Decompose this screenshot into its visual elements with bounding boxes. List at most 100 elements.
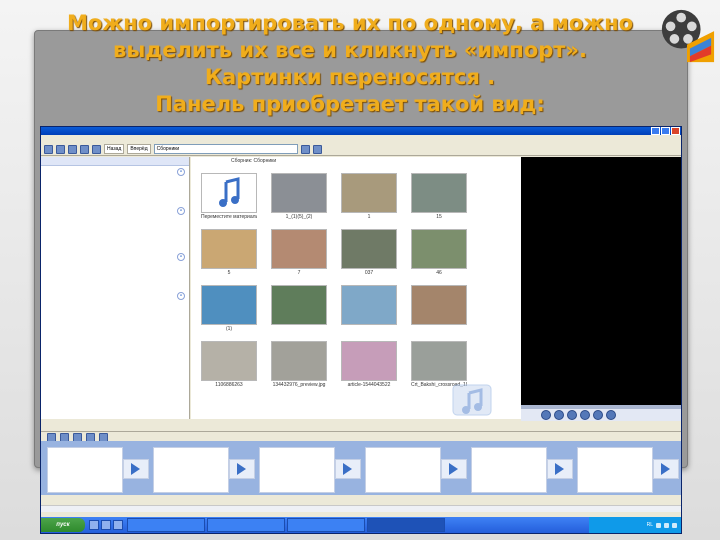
task-link[interactable] — [45, 229, 185, 236]
up-folder-icon[interactable] — [300, 144, 310, 154]
maximize-button[interactable] — [661, 127, 670, 135]
task-link[interactable] — [45, 321, 185, 328]
media-thumbnail[interactable]: 7 — [271, 229, 327, 281]
volume-icon[interactable] — [672, 522, 677, 528]
collection-combo[interactable]: Сборники — [153, 144, 298, 154]
chevron-up-icon[interactable]: ^ — [177, 207, 185, 215]
collection-pane: Сборник: Сборники Переместите материалы.… — [191, 157, 521, 419]
start-button[interactable]: пуск — [41, 518, 85, 532]
horizontal-scrollbar[interactable] — [41, 505, 681, 512]
views-icon[interactable] — [312, 144, 322, 154]
tray-icon[interactable] — [664, 522, 669, 528]
thumbnail-caption — [341, 325, 397, 333]
media-thumbnail[interactable] — [411, 285, 467, 337]
back-button[interactable]: Назад — [104, 144, 125, 154]
save-icon[interactable] — [68, 144, 77, 154]
thumbnail-image — [271, 173, 327, 213]
thumbnail-image — [271, 229, 327, 269]
split-button[interactable] — [593, 410, 603, 420]
redo-icon[interactable] — [92, 144, 101, 154]
minimize-button[interactable] — [651, 127, 660, 135]
task-link[interactable] — [45, 215, 185, 222]
thumbnail-image — [341, 173, 397, 213]
play-arrow-icon — [343, 463, 352, 475]
storyboard-transition[interactable] — [653, 459, 679, 479]
thumbnail-caption: Переместите материалы... — [201, 214, 257, 220]
media-thumbnail[interactable]: 1_(1)(5)_(2) — [271, 173, 327, 225]
thumbnail-image — [271, 341, 327, 381]
thumbnail-caption: 1 — [367, 214, 371, 220]
media-thumbnail[interactable] — [341, 285, 397, 337]
music-note-icon — [219, 177, 240, 207]
media-thumbnail[interactable] — [271, 285, 327, 337]
storyboard-cell[interactable] — [259, 447, 335, 493]
storyboard-transition[interactable] — [441, 459, 467, 479]
task-link[interactable] — [45, 261, 185, 268]
quicklaunch-ie-icon[interactable] — [89, 520, 99, 530]
media-thumbnail[interactable]: 1 — [341, 173, 397, 225]
collection-header: Сборник: Сборники — [231, 158, 277, 164]
menu-bar — [41, 135, 681, 143]
media-thumbnail[interactable]: 134432976_preview.jpg — [271, 341, 327, 393]
media-thumbnail[interactable]: 037 — [341, 229, 397, 281]
task-link[interactable] — [45, 282, 185, 289]
storyboard-transition[interactable] — [123, 459, 149, 479]
chevron-up-icon[interactable]: ^ — [177, 168, 185, 176]
media-thumbnail[interactable]: (1) — [201, 285, 257, 337]
media-thumbnail[interactable]: article-1544043522 — [341, 341, 397, 393]
chevron-up-icon[interactable]: ^ — [177, 253, 185, 261]
thumbnail-caption — [411, 325, 467, 333]
forward-button[interactable]: Вперёд — [127, 144, 151, 154]
taskbar-window-button[interactable] — [207, 518, 285, 532]
task-link[interactable] — [45, 243, 185, 250]
storyboard-transition[interactable] — [547, 459, 573, 479]
task-link[interactable] — [45, 183, 185, 190]
window-titlebar — [41, 127, 681, 135]
quicklaunch-media-icon[interactable] — [113, 520, 123, 530]
thumbnail-caption: 037 — [364, 270, 374, 276]
task-link[interactable] — [45, 176, 185, 183]
undo-icon[interactable] — [80, 144, 89, 154]
quicklaunch-desktop-icon[interactable] — [101, 520, 111, 530]
tray-icon[interactable] — [656, 522, 661, 528]
thumbnail-image — [341, 341, 397, 381]
storyboard-cell[interactable] — [471, 447, 547, 493]
next-frame-button[interactable] — [580, 410, 590, 420]
storyboard-transition[interactable] — [229, 459, 255, 479]
media-thumbnail[interactable]: 15 — [411, 173, 467, 225]
thumbnail-image — [341, 285, 397, 325]
thumbnail-caption: 46 — [436, 270, 442, 276]
taskbar-window-button[interactable] — [127, 518, 205, 532]
storyboard-cell[interactable] — [577, 447, 653, 493]
task-link[interactable] — [45, 275, 185, 282]
taskbar-window-button[interactable] — [367, 518, 445, 532]
snapshot-button[interactable] — [606, 410, 616, 420]
task-link[interactable] — [45, 222, 185, 229]
title-line-3: Картинки переносятся . — [204, 65, 496, 89]
chevron-up-icon[interactable]: ^ — [177, 292, 185, 300]
task-link[interactable] — [45, 197, 185, 204]
close-button[interactable] — [671, 127, 680, 135]
media-thumbnail[interactable]: 46 — [411, 229, 467, 281]
new-project-icon[interactable] — [44, 144, 53, 154]
media-thumbnail[interactable]: 1106886263 — [201, 341, 257, 393]
previous-frame-button[interactable] — [567, 410, 577, 420]
taskbar-window-button[interactable] — [287, 518, 365, 532]
storyboard-transition[interactable] — [335, 459, 361, 479]
task-link[interactable] — [45, 307, 185, 314]
storyboard-cell[interactable] — [365, 447, 441, 493]
task-link[interactable] — [45, 236, 185, 243]
media-thumbnail[interactable]: Переместите материалы... — [201, 173, 257, 225]
task-link[interactable] — [45, 268, 185, 275]
task-link[interactable] — [45, 314, 185, 321]
play-button[interactable] — [541, 410, 551, 420]
task-link[interactable] — [45, 190, 185, 197]
stop-button[interactable] — [554, 410, 564, 420]
storyboard-cell[interactable] — [47, 447, 123, 493]
storyboard-cell[interactable] — [153, 447, 229, 493]
play-arrow-icon — [449, 463, 458, 475]
open-icon[interactable] — [56, 144, 65, 154]
language-indicator[interactable]: RL — [647, 522, 653, 528]
task-link[interactable] — [45, 300, 185, 307]
media-thumbnail[interactable]: 5 — [201, 229, 257, 281]
